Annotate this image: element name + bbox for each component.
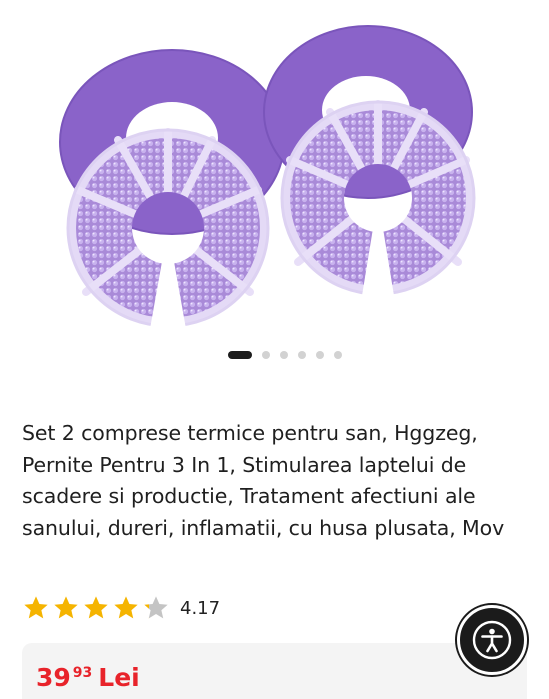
price: 39 93 Lei [36,663,140,693]
price-box: 39 93 Lei [22,643,527,699]
star-icon [54,596,78,619]
product-rating[interactable]: 4.17 [22,593,220,623]
carousel-dot-active[interactable] [227,351,252,359]
carousel-dot[interactable] [297,351,306,359]
product-title: Set 2 comprese termice pentru san, Hggze… [22,421,505,540]
star-icon [114,596,138,619]
accessibility-button[interactable] [457,605,527,675]
accessibility-icon [472,620,512,660]
carousel-dot[interactable] [261,351,270,359]
price-decimals: 93 [72,665,93,681]
carousel-dot[interactable] [315,351,324,359]
price-integer: 39 [36,663,71,692]
product-image-gallery[interactable] [0,0,549,340]
product-image [59,25,476,328]
star-icon [24,596,48,619]
star-icon-partial [144,596,168,619]
carousel-dot[interactable] [333,351,342,359]
price-currency: Lei [98,663,140,692]
carousel-indicator[interactable] [0,349,549,361]
rating-value: 4.17 [180,597,221,619]
star-icon [84,596,108,619]
carousel-dot[interactable] [279,351,288,359]
